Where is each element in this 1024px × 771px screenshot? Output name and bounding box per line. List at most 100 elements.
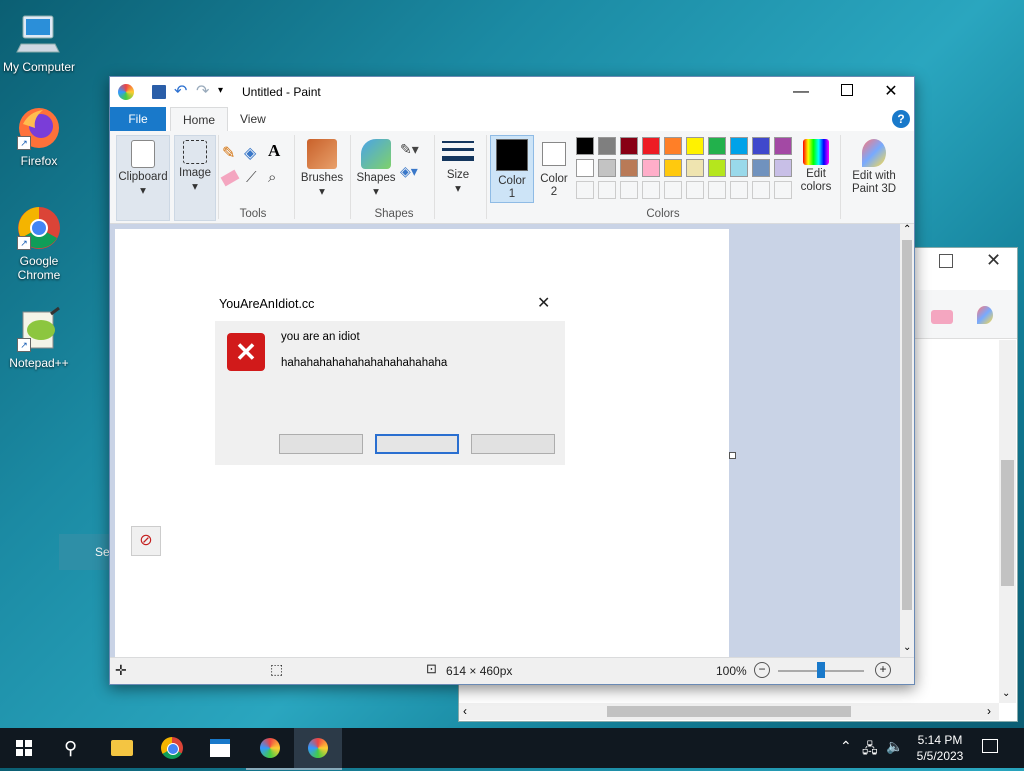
- color-picker-icon[interactable]: ⟋: [246, 169, 257, 186]
- tab-view[interactable]: View: [228, 107, 278, 131]
- undo-icon[interactable]: ↶: [174, 81, 187, 101]
- palette-swatch[interactable]: [642, 159, 660, 177]
- search-icon: ⚲: [64, 738, 78, 758]
- palette-swatch[interactable]: [598, 159, 616, 177]
- palette-swatch[interactable]: [576, 181, 594, 199]
- drawing-canvas[interactable]: YouAreAnIdiot.cc ✕ ✕ you are an idiot ha…: [115, 229, 729, 657]
- tab-file[interactable]: File: [110, 107, 166, 131]
- palette-swatch[interactable]: [576, 137, 594, 155]
- taskbar-paint-1[interactable]: [246, 728, 294, 770]
- text-icon[interactable]: A: [268, 141, 280, 161]
- desktop-icon-chrome[interactable]: ↗ Google Chrome: [0, 204, 78, 282]
- scroll-right-icon[interactable]: ›: [987, 704, 991, 718]
- help-icon[interactable]: ?: [892, 110, 910, 128]
- outline-icon[interactable]: ✎▾: [400, 141, 419, 158]
- clock[interactable]: 5:14 PM 5/5/2023: [910, 732, 970, 764]
- palette-swatch[interactable]: [664, 181, 682, 199]
- redo-icon[interactable]: ↷: [196, 81, 209, 101]
- paint3d-icon[interactable]: [977, 306, 993, 324]
- volume-icon[interactable]: 🔈: [886, 738, 903, 755]
- palette-swatch[interactable]: [752, 159, 770, 177]
- palette-swatch[interactable]: [642, 137, 660, 155]
- quick-access-dropdown-icon[interactable]: ▾: [218, 85, 223, 96]
- vertical-scrollbar[interactable]: ⌄: [999, 340, 1016, 703]
- image-button[interactable]: Image ▾: [174, 135, 216, 221]
- palette-swatch[interactable]: [664, 137, 682, 155]
- desktop-icon-firefox[interactable]: ↗ Firefox: [0, 104, 78, 168]
- palette-swatch[interactable]: [708, 181, 726, 199]
- vertical-scrollbar[interactable]: ⌃ ⌄: [900, 224, 914, 657]
- palette-swatch[interactable]: [576, 159, 594, 177]
- horizontal-scrollbar[interactable]: ‹ ›: [459, 703, 999, 720]
- taskbar-app[interactable]: [196, 728, 244, 768]
- desktop-icon-label: Google Chrome: [17, 254, 61, 282]
- palette-swatch[interactable]: [620, 137, 638, 155]
- palette-swatch[interactable]: [598, 181, 616, 199]
- palette-swatch[interactable]: [664, 159, 682, 177]
- taskbar-paint-2[interactable]: [294, 728, 342, 770]
- palette-swatch[interactable]: [774, 181, 792, 199]
- magnifier-icon[interactable]: ⌕: [268, 169, 276, 186]
- palette-swatch[interactable]: [686, 181, 704, 199]
- taskbar-chrome[interactable]: [148, 728, 196, 768]
- title-bar[interactable]: ↶ ↷ ▾ Untitled - Paint — ✕: [110, 77, 914, 107]
- eraser-icon[interactable]: [931, 310, 953, 324]
- paint-window[interactable]: ↶ ↷ ▾ Untitled - Paint — ✕ File Home Vie…: [109, 76, 915, 685]
- palette-swatch[interactable]: [730, 159, 748, 177]
- palette-swatch[interactable]: [686, 159, 704, 177]
- maximize-icon[interactable]: [939, 254, 953, 268]
- canvas-resize-handle[interactable]: [729, 452, 736, 459]
- tab-home[interactable]: Home: [170, 107, 229, 132]
- scroll-thumb[interactable]: [1001, 460, 1014, 586]
- canvas-area[interactable]: YouAreAnIdiot.cc ✕ ✕ you are an idiot ha…: [110, 224, 900, 657]
- notification-icon[interactable]: [982, 739, 998, 753]
- shapes-button[interactable]: Shapes ▾: [354, 135, 398, 205]
- clipboard-button[interactable]: Clipboard ▾: [116, 135, 170, 221]
- palette-swatch[interactable]: [774, 159, 792, 177]
- fill-style-icon[interactable]: ◈▾: [400, 163, 418, 180]
- dialog-button-default: [375, 434, 459, 454]
- fill-icon[interactable]: ◈: [244, 143, 256, 163]
- color2-button[interactable]: Color 2: [536, 135, 572, 201]
- color1-button[interactable]: Color 1: [490, 135, 534, 203]
- eraser-icon[interactable]: [220, 169, 240, 187]
- palette-swatch[interactable]: [598, 137, 616, 155]
- palette-swatch[interactable]: [752, 181, 770, 199]
- palette-swatch[interactable]: [708, 137, 726, 155]
- edit-paint3d-button[interactable]: Edit with Paint 3D: [844, 135, 904, 205]
- taskbar-file-explorer[interactable]: [98, 728, 146, 768]
- desktop-icon-my-computer[interactable]: My Computer: [0, 10, 78, 74]
- save-icon[interactable]: [152, 85, 166, 99]
- palette-swatch[interactable]: [708, 159, 726, 177]
- zoom-out-button[interactable]: −: [754, 662, 770, 678]
- palette-swatch[interactable]: [730, 137, 748, 155]
- palette-swatch[interactable]: [774, 137, 792, 155]
- close-icon[interactable]: ✕: [986, 250, 1001, 271]
- brushes-button[interactable]: Brushes ▾: [298, 135, 346, 205]
- palette-swatch[interactable]: [642, 181, 660, 199]
- minimize-button[interactable]: —: [778, 77, 824, 107]
- desktop-icon-notepadpp[interactable]: ↗ Notepad++: [0, 306, 78, 370]
- palette-swatch[interactable]: [752, 137, 770, 155]
- palette-swatch[interactable]: [730, 181, 748, 199]
- palette-swatch[interactable]: [620, 159, 638, 177]
- search-button[interactable]: ⚲: [48, 728, 96, 768]
- tray-chevron-icon[interactable]: ⌃: [840, 738, 852, 755]
- pencil-icon[interactable]: ✎: [222, 143, 235, 163]
- close-button[interactable]: ✕: [868, 77, 914, 107]
- scroll-thumb[interactable]: [902, 240, 912, 610]
- maximize-button[interactable]: [824, 77, 870, 107]
- scroll-down-icon[interactable]: ⌄: [1002, 688, 1010, 699]
- edit-colors-button[interactable]: Edit colors: [796, 135, 836, 205]
- palette-swatch[interactable]: [686, 137, 704, 155]
- zoom-slider-thumb[interactable]: [817, 662, 825, 678]
- scroll-thumb[interactable]: [607, 706, 851, 717]
- palette-swatch[interactable]: [620, 181, 638, 199]
- network-icon[interactable]: 🖧: [862, 738, 878, 762]
- start-button[interactable]: [0, 728, 48, 768]
- scroll-left-icon[interactable]: ‹: [463, 704, 467, 718]
- scroll-up-icon[interactable]: ⌃: [903, 224, 911, 235]
- scroll-down-icon[interactable]: ⌄: [903, 642, 911, 653]
- size-button[interactable]: Size ▾: [438, 135, 478, 205]
- zoom-in-button[interactable]: +: [875, 662, 891, 678]
